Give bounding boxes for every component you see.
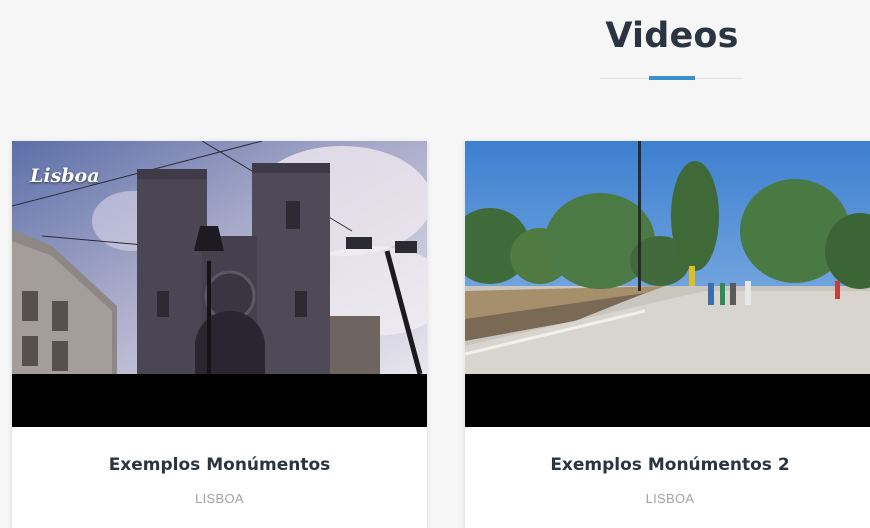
videos-page: Videos Lisboa Exemplos Monúmentos LISBOA… xyxy=(0,0,870,528)
video-location: LISBOA xyxy=(195,491,244,506)
video-title[interactable]: Exemplos Monúmentos xyxy=(109,455,331,475)
video-card: Lisboa Exemplos Monúmentos LISBOA xyxy=(12,141,427,528)
title-accent-bar xyxy=(649,76,695,80)
thumbnail-caption: Lisboa xyxy=(30,165,100,187)
video-thumbnail[interactable]: Lisboa xyxy=(12,141,427,427)
section-title: Videos xyxy=(605,16,739,56)
video-card: Exemplos Monúmentos 2 LISBOA xyxy=(465,141,870,528)
video-title[interactable]: Exemplos Monúmentos 2 xyxy=(550,455,789,475)
video-location: LISBOA xyxy=(645,491,695,506)
square-photo xyxy=(465,141,870,374)
video-thumbnail[interactable] xyxy=(465,141,870,427)
